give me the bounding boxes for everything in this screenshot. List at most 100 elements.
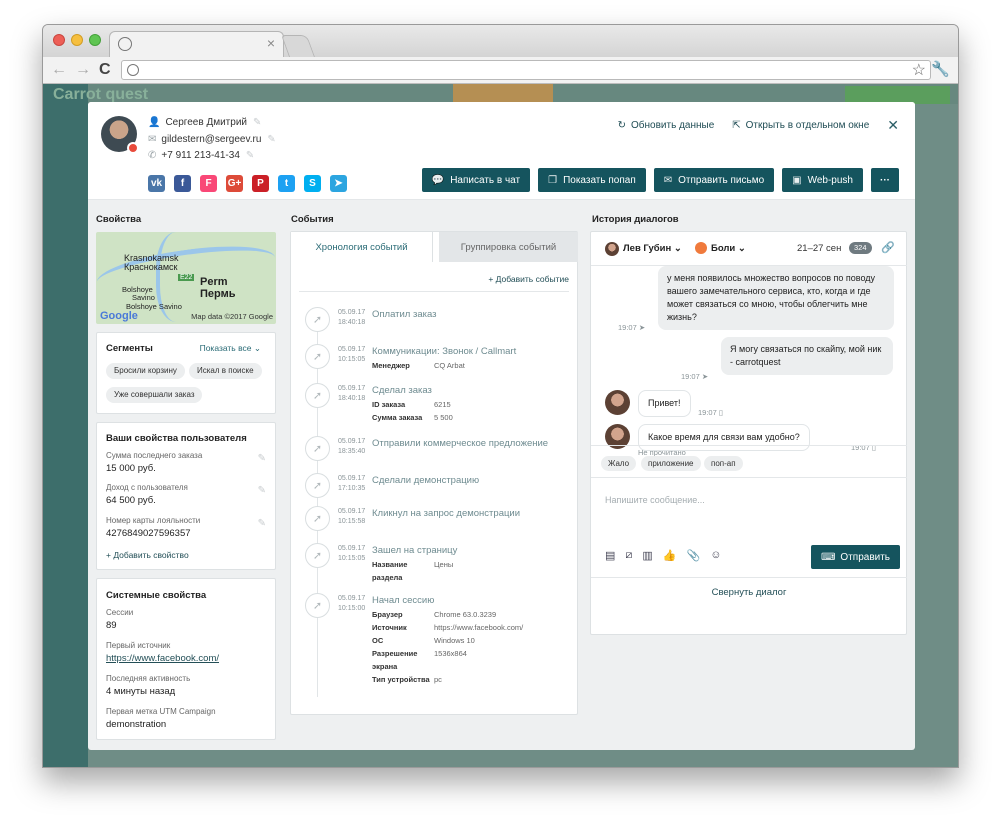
browser-toolbar: ← → C ☆ 🔧 xyxy=(43,57,958,84)
send-email-button[interactable]: ✉ Отправить письмо xyxy=(653,168,775,192)
event-datetime: 05.09.17 18:40:18 xyxy=(338,308,365,328)
edit-pencil-icon[interactable]: ✎ xyxy=(253,117,261,128)
event-prop-value: Chrome 63.0.3239 xyxy=(434,610,497,619)
property-value: 4 минуты назад xyxy=(106,686,176,697)
event-prop-key: Менеджер xyxy=(372,361,410,370)
message-input[interactable]: Напишите сообщение... xyxy=(605,495,705,505)
date-range: 21–27 сен xyxy=(797,243,842,254)
location-map[interactable]: Krasnokamsk Краснокамск E22 Perm Пермь B… xyxy=(96,232,276,324)
agent-avatar xyxy=(605,242,619,256)
send-button[interactable]: ⌨ Отправить xyxy=(811,545,900,569)
minimize-window-button[interactable] xyxy=(71,34,83,46)
event-prop-key: ID заказа xyxy=(372,400,406,409)
external-link-icon: ⇱ xyxy=(732,120,741,131)
event-title[interactable]: Отправили коммерческое предложение xyxy=(372,438,548,449)
event-prop-value: Windows 10 xyxy=(434,636,475,645)
event-title[interactable]: Зашел на страницу xyxy=(372,545,457,556)
divider xyxy=(591,477,907,478)
event-date: 05.09.17 xyxy=(338,475,366,482)
event-title[interactable]: Сделал заказ xyxy=(372,385,432,396)
tab-grouping[interactable]: Группировка событий xyxy=(439,232,578,262)
close-window-button[interactable] xyxy=(53,34,65,46)
close-icon[interactable]: ✕ xyxy=(887,117,899,134)
event-prop-value: pc xyxy=(434,675,442,684)
event-title[interactable]: Кликнул на запрос демонстрации xyxy=(372,508,520,519)
add-event-button[interactable]: + Добавить событие xyxy=(488,274,569,284)
wrench-icon[interactable]: 🔧 xyxy=(931,60,950,78)
mail-icon: ✉ xyxy=(663,174,673,186)
googleplus-icon[interactable]: G+ xyxy=(226,175,243,192)
web-push-button[interactable]: ▣ Web-push xyxy=(782,168,863,192)
map-city-label: Perm xyxy=(200,276,228,288)
edit-pencil-icon[interactable]: ✎ xyxy=(267,134,275,145)
facebook-icon[interactable]: f xyxy=(174,175,191,192)
first-source-link[interactable]: https://www.facebook.com/ xyxy=(106,653,219,664)
channel-name: Боли xyxy=(711,243,736,254)
property-label: Номер карты лояльности xyxy=(106,516,201,525)
user-properties-card: Ваши свойства пользователя Сумма последн… xyxy=(96,422,276,570)
template-icon[interactable]: ▤ xyxy=(605,549,615,562)
event-title[interactable]: Сделали демонстрацию xyxy=(372,475,479,486)
event-title[interactable]: Начал сессию xyxy=(372,595,434,606)
link-icon[interactable]: 🔗 xyxy=(881,241,895,254)
new-tab-button[interactable] xyxy=(280,35,316,57)
dialogs-title: История диалогов xyxy=(592,214,679,225)
collapse-dialog-button[interactable]: Свернуть диалог xyxy=(591,578,907,598)
system-properties-card: Системные свойства Сессии 89 Первый исто… xyxy=(96,578,276,740)
dialog-tag[interactable]: поп-ап xyxy=(704,456,743,471)
contact-phone: +7 911 213-41-34 xyxy=(161,150,240,161)
popup-icon: ❐ xyxy=(548,174,558,186)
article-icon[interactable]: ▥ xyxy=(642,549,652,562)
more-button[interactable]: ··· xyxy=(871,168,899,192)
cursor-icon: ➚ xyxy=(305,543,330,568)
event-title[interactable]: Коммуникации: Звонок / Callmart xyxy=(372,346,516,357)
agent-select[interactable]: Лев Губин ⌄ xyxy=(623,243,682,254)
refresh-data-link[interactable]: ↻ Обновить данные xyxy=(618,120,715,131)
forward-arrow-icon[interactable]: → xyxy=(75,61,91,79)
note-icon[interactable]: ⧄ xyxy=(625,549,632,562)
edit-pencil-icon[interactable]: ✎ xyxy=(246,150,254,161)
segment-chip[interactable]: Бросили корзину xyxy=(106,363,185,379)
property-value: 15 000 руб. xyxy=(106,463,156,474)
event-title[interactable]: Оплатил заказ xyxy=(372,309,437,320)
message-time-text: 19:07 xyxy=(681,372,700,381)
reload-icon[interactable]: C xyxy=(99,61,111,79)
tab-timeline[interactable]: Хронология событий xyxy=(291,232,433,262)
back-arrow-icon[interactable]: ← xyxy=(51,61,67,79)
cursor-icon: ➚ xyxy=(305,506,330,531)
app-sidebar xyxy=(43,84,88,767)
segment-chip[interactable]: Искал в поиске xyxy=(189,363,262,379)
event-prop-value: 5 500 xyxy=(434,413,453,422)
zoom-window-button[interactable] xyxy=(89,34,101,46)
channel-select[interactable]: Боли ⌄ xyxy=(711,243,746,254)
open-window-link[interactable]: ⇱ Открыть в отдельном окне xyxy=(732,120,869,131)
show-popup-button[interactable]: ❐ Показать попап xyxy=(538,168,646,192)
foursquare-icon[interactable]: F xyxy=(200,175,217,192)
skype-icon[interactable]: S xyxy=(304,175,321,192)
map-city-label: Пермь xyxy=(200,288,236,300)
twitter-icon[interactable]: t xyxy=(278,175,295,192)
add-property-button[interactable]: + Добавить свойство xyxy=(106,550,189,560)
vk-icon[interactable]: vk xyxy=(148,175,165,192)
browser-tab[interactable]: × xyxy=(109,31,284,57)
pinterest-icon[interactable]: P xyxy=(252,175,269,192)
address-bar[interactable]: ☆ xyxy=(121,60,931,80)
thumbs-up-icon[interactable]: 👍 xyxy=(663,549,677,562)
attach-icon[interactable]: 📎 xyxy=(687,549,701,562)
event-datetime: 05.09.17 18:35:40 xyxy=(338,437,365,457)
dialog-tag[interactable]: приложение xyxy=(641,456,701,471)
event-time: 18:35:40 xyxy=(338,448,366,455)
edit-pencil-icon[interactable]: ✎ xyxy=(258,453,266,464)
property-value: 64 500 руб. xyxy=(106,495,156,506)
show-all-link[interactable]: Показать все ⌄ xyxy=(200,343,261,354)
emoji-icon[interactable]: ☺ xyxy=(710,549,721,562)
dialog-tag[interactable]: Жало xyxy=(601,456,637,471)
edit-pencil-icon[interactable]: ✎ xyxy=(258,518,266,529)
edit-pencil-icon[interactable]: ✎ xyxy=(258,485,266,496)
send-label: Отправить xyxy=(840,551,891,563)
bookmark-star-icon[interactable]: ☆ xyxy=(912,60,926,80)
close-tab-icon[interactable]: × xyxy=(267,35,275,51)
telegram-icon[interactable]: ➤ xyxy=(330,175,347,192)
write-chat-button[interactable]: 💬 Написать в чат xyxy=(421,168,531,192)
segment-chip[interactable]: Уже совершали заказ xyxy=(106,387,203,403)
